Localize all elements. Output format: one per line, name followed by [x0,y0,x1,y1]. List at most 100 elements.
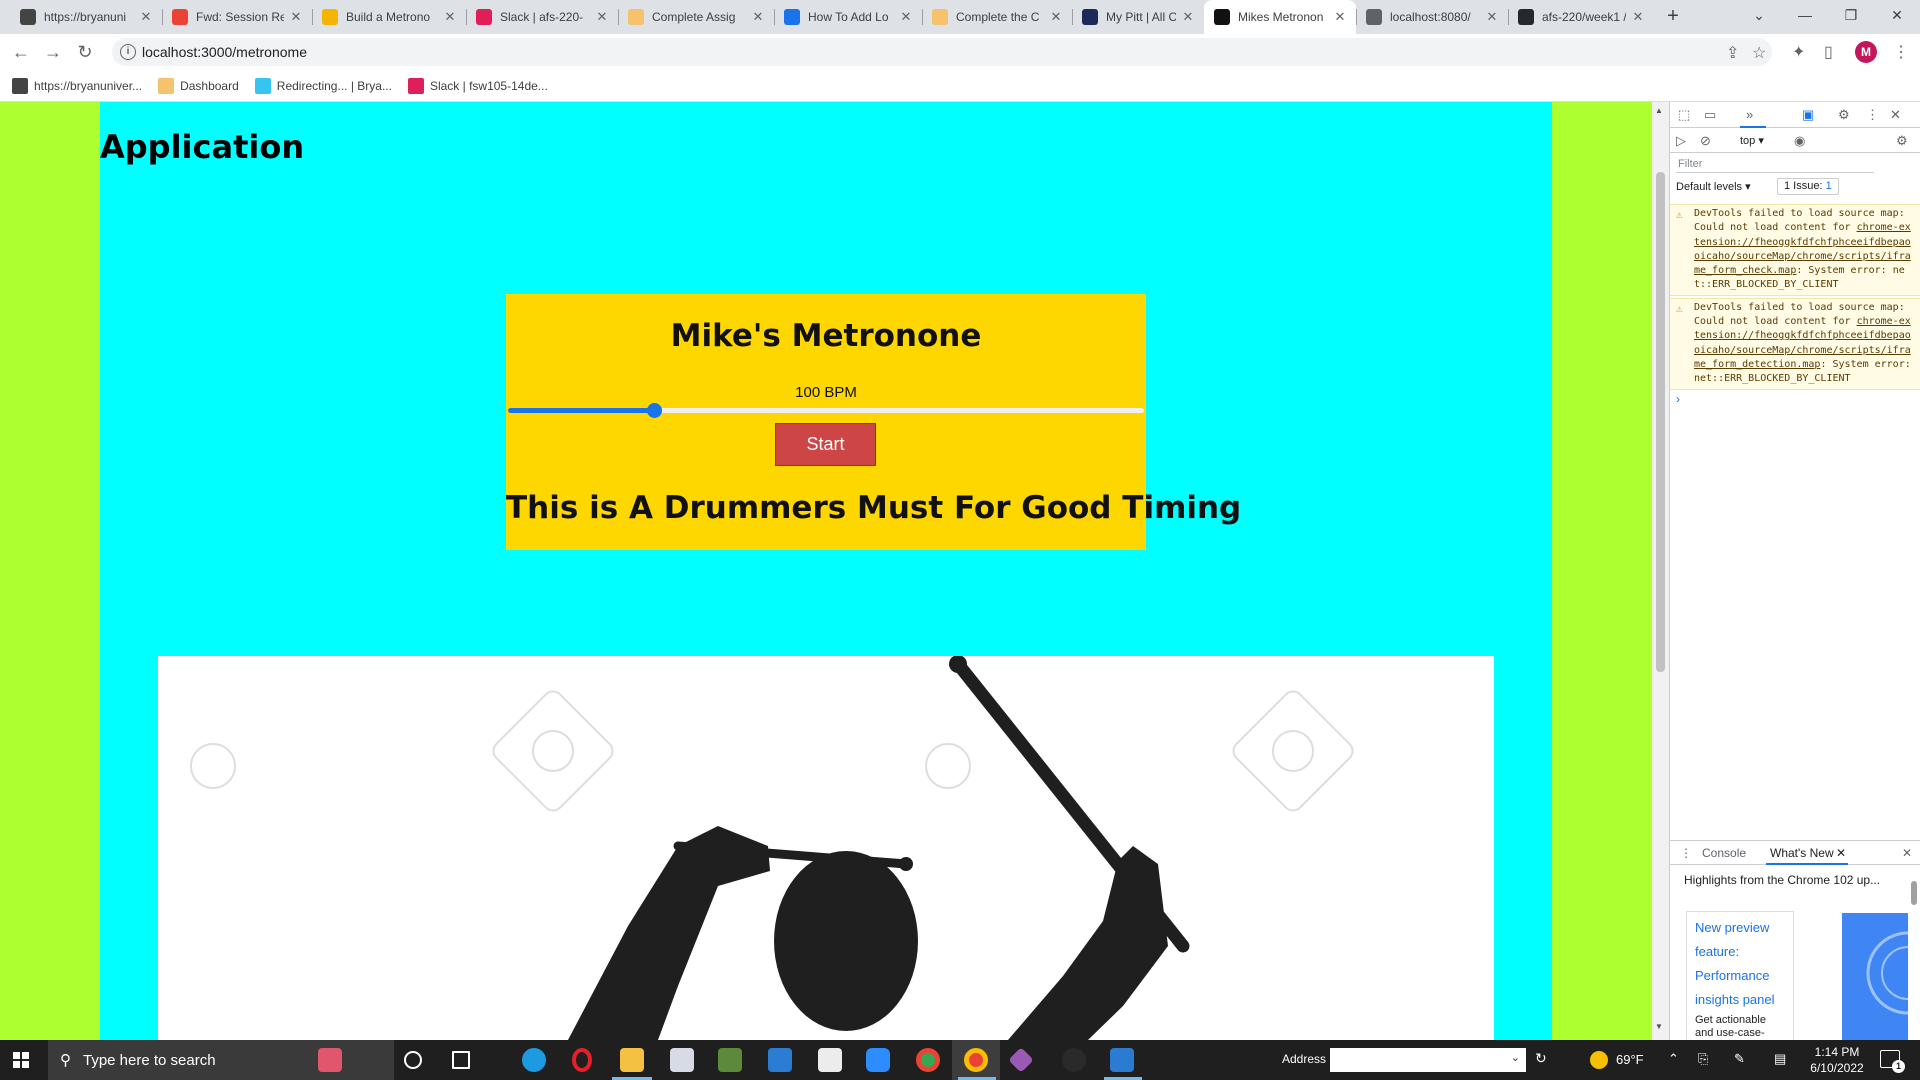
browser-tab[interactable]: How To Add Lo ✕ [774,0,922,34]
git-kraken-icon[interactable] [1008,1047,1034,1073]
more-tabs-icon[interactable]: » [1746,107,1753,122]
app-icon[interactable] [1062,1048,1086,1072]
browser-tab[interactable]: My Pitt | All Can ✕ [1072,0,1204,34]
bpm-slider-thumb[interactable] [647,403,663,418]
issues-badge[interactable]: 1 Issue: 1 [1777,178,1839,195]
tab-close-icon[interactable]: ✕ [288,9,304,25]
scroll-down-arrow-icon[interactable]: ▼ [1655,1022,1663,1031]
tray-app-icon[interactable]: ⎘ [1698,1051,1708,1067]
devtools-settings-icon[interactable]: ⚙ [1838,107,1850,123]
browser-tab[interactable]: Fwd: Session Re ✕ [162,0,312,34]
browser-tab[interactable]: Build a Metrono ✕ [312,0,466,34]
windows-start-icon[interactable] [13,1052,29,1068]
side-panel-icon[interactable]: ▯ [1824,42,1833,62]
notification-center-icon[interactable]: 1 [1880,1050,1905,1073]
browser-tab[interactable]: https://bryanuni ✕ [10,0,162,34]
notepad-icon[interactable] [670,1048,694,1072]
tab-close-icon[interactable]: ✕ [442,9,458,25]
bookmark-star-icon[interactable]: ☆ [1752,43,1766,63]
restore-button[interactable]: ❐ [1828,0,1874,30]
address-dropdown-icon[interactable]: ⌄ [1511,1051,1520,1064]
new-tab-button[interactable]: + [1662,6,1684,28]
devtools-menu-icon[interactable]: ⋮ [1866,107,1879,123]
close-window-button[interactable]: ✕ [1874,0,1920,30]
vscode-icon[interactable] [1110,1048,1134,1072]
start-button[interactable]: Start [775,423,876,466]
page-scrollbar[interactable]: ▲ ▼ [1652,102,1669,1040]
taskbar-search-box[interactable]: ⚲ Type here to search [48,1040,394,1080]
drawer-scrollbar[interactable] [1909,871,1919,1041]
site-info-icon[interactable]: i [120,44,136,60]
bookmark-item[interactable]: Redirecting... | Brya... [254,77,392,94]
forward-button[interactable]: → [41,40,65,64]
scroll-up-arrow-icon[interactable]: ▲ [1655,106,1663,115]
browser-tab[interactable]: Complete Assig ✕ [618,0,774,34]
minecraft-icon[interactable] [718,1048,742,1072]
browser-tab[interactable]: Mikes Metronon ✕ [1204,0,1356,34]
browser-tab[interactable]: afs-220/week1 / ✕ [1508,0,1654,34]
live-expression-eye-icon[interactable]: ◉ [1794,133,1805,149]
tab-close-icon[interactable]: ✕ [750,9,766,25]
drawer-menu-icon[interactable]: ⋮ [1680,846,1692,860]
file-explorer-icon[interactable] [620,1048,644,1072]
bpm-slider[interactable] [508,403,1144,418]
share-icon[interactable]: ⇪ [1726,43,1739,63]
pen-icon[interactable]: ✎ [1734,1051,1745,1067]
device-toolbar-icon[interactable]: ▭ [1704,107,1716,123]
tab-close-icon[interactable]: ✕ [1180,9,1196,25]
clear-console-icon[interactable]: ⊘ [1700,133,1711,149]
browser-tab[interactable]: Complete the C ✕ [922,0,1072,34]
address-bar[interactable]: i localhost:3000/metronome ⇪ ☆ [112,38,1772,66]
tab-close-icon[interactable]: ✕ [1332,9,1348,25]
show-hidden-icons-icon[interactable]: ⌃ [1668,1051,1679,1067]
bookmark-item[interactable]: https://bryanuniver... [12,77,142,94]
drawer-scrollbar-thumb[interactable] [1911,881,1917,905]
edge-icon[interactable] [522,1048,546,1072]
tab-close-icon[interactable]: ✕ [898,9,914,25]
microsoft-store-icon[interactable] [768,1048,792,1072]
task-view-icon[interactable] [452,1051,470,1069]
minimize-button[interactable]: — [1782,0,1828,30]
devtools-close-icon[interactable]: ✕ [1890,107,1901,123]
chrome-icon[interactable] [916,1048,940,1072]
drawer-tab-whats-new[interactable]: What's New [1770,846,1834,860]
back-button[interactable]: ← [9,40,33,64]
tab-search-icon[interactable]: ⌄ [1736,0,1782,30]
inspect-element-icon[interactable]: ⬚ [1678,107,1690,123]
whats-new-card-title[interactable]: New preview feature: Performance insight… [1695,916,1785,1012]
network-icon[interactable]: ▤ [1774,1051,1786,1067]
tab-close-icon[interactable]: ✕ [1484,9,1500,25]
bookmark-item[interactable]: Slack | fsw105-14de... [407,77,548,94]
document-icon[interactable] [818,1048,842,1072]
cortana-icon[interactable] [404,1051,422,1069]
address-go-icon[interactable]: ↻ [1535,1050,1547,1067]
tab-close-icon[interactable]: ✕ [1630,9,1646,25]
console-filter-input[interactable]: Filter [1676,155,1874,173]
sidebar-toggle-icon[interactable]: ▷ [1676,133,1686,149]
url-text[interactable]: localhost:3000/metronome [142,44,307,60]
clock[interactable]: 1:14 PM 6/10/2022 [1802,1044,1872,1076]
tab-close-icon[interactable]: ✕ [1048,9,1064,25]
log-levels-dropdown[interactable]: Default levels ▾ [1676,180,1751,193]
zoom-icon[interactable] [866,1048,890,1072]
extensions-icon[interactable]: ✦ [1792,42,1805,62]
messages-icon[interactable]: ▣ [1802,107,1814,123]
tab-close-icon[interactable]: ✕ [138,9,154,25]
browser-tab[interactable]: Slack | afs-220- ✕ [466,0,618,34]
weather-temperature[interactable]: 69°F [1616,1052,1644,1067]
close-whats-new-icon[interactable]: ✕ [1836,846,1846,860]
bookmark-item[interactable]: Dashboard [158,77,239,94]
context-selector[interactable]: top ▾ [1740,134,1764,147]
profile-avatar[interactable]: M [1855,41,1877,63]
scrollbar-thumb[interactable] [1656,172,1665,672]
menu-kebab-icon[interactable]: ⋮ [1893,42,1909,62]
close-drawer-icon[interactable]: ✕ [1902,846,1912,860]
console-settings-icon[interactable]: ⚙ [1896,133,1908,149]
chrome-profile-icon[interactable] [964,1048,988,1072]
tab-close-icon[interactable]: ✕ [594,9,610,25]
console-prompt[interactable]: › [1670,392,1920,406]
browser-tab[interactable]: localhost:8080/ ✕ [1356,0,1508,34]
address-toolbar-input[interactable]: ⌄ [1330,1048,1526,1072]
drawer-tab-console[interactable]: Console [1702,846,1746,860]
opera-icon[interactable] [572,1048,592,1072]
